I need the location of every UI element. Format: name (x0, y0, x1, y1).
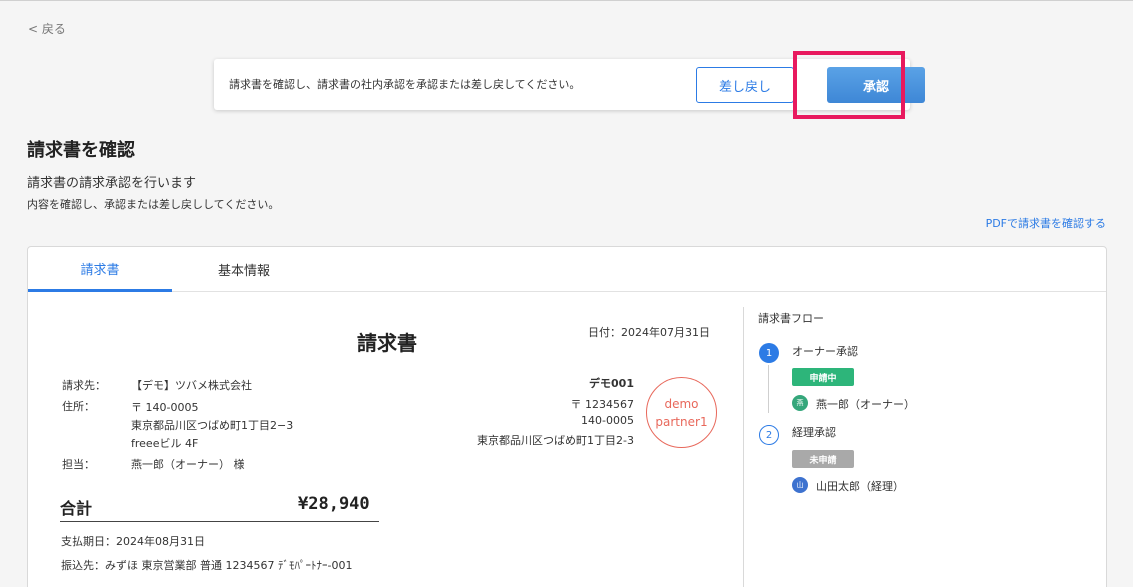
page-subtitle: 請求書の請求承認を行います (27, 176, 197, 191)
status-badge: 申請中 (792, 368, 854, 386)
address-label: 住所： (62, 400, 95, 413)
approver-name: 山田太郎（経理） (816, 480, 904, 493)
panel-divider (743, 307, 744, 587)
step-label: オーナー承認 (792, 345, 858, 358)
invoice-title: 請求書 (357, 331, 417, 355)
tab-bar: 請求書 基本情報 (28, 247, 1106, 292)
approver-name: 燕一郎（オーナー） (816, 398, 915, 411)
address-line: freeeビル 4F (131, 437, 199, 450)
stamp-text: demo (664, 396, 699, 411)
back-link[interactable]: < 戻る (28, 20, 66, 37)
step-number: 1 (759, 343, 779, 363)
address-line: 東京都品川区つばめ町1丁目2−3 (131, 419, 294, 432)
page-description: 内容を確認し、承認または差し戻ししてください。 (27, 198, 280, 211)
approval-message: 請求書を確認し、請求書の社内承認を承認または差し戻してください。 (229, 78, 581, 91)
sender-line: 東京都品川区つばめ町1丁目2-3 (477, 434, 634, 447)
status-badge: 未申請 (792, 450, 854, 468)
invoice-card: 請求書 基本情報 請求書 日付：2024年07月31日 請求先： 【デモ】ツバメ… (27, 246, 1107, 587)
step-label: 経理承認 (792, 426, 836, 439)
sender-name: デモ001 (589, 377, 634, 390)
avatar: 山 (792, 477, 808, 493)
return-button[interactable]: 差し戻し (696, 67, 794, 103)
contact-label: 担当： (62, 458, 95, 471)
due-date: 支払期日：2024年08月31日 (61, 535, 205, 548)
recipient-value: 【デモ】ツバメ株式会社 (131, 379, 252, 392)
approve-button-highlight (793, 51, 905, 119)
invoice-date: 日付：2024年07月31日 (588, 326, 710, 339)
pdf-view-link[interactable]: PDFで請求書を確認する (986, 215, 1106, 231)
top-border (0, 0, 1133, 1)
total-label: 合計 (60, 499, 93, 518)
total-amount: ¥28,940 (298, 494, 370, 514)
tab-invoice[interactable]: 請求書 (28, 247, 172, 292)
sender-line: 140-0005 (581, 414, 634, 427)
recipient-label: 請求先： (62, 379, 106, 392)
total-underline (60, 521, 379, 522)
step-number: 2 (759, 425, 779, 445)
contact-value: 燕一郎（オーナー） 様 (131, 458, 245, 471)
stamp-text: partner1 (655, 414, 708, 429)
step-connector (768, 365, 769, 413)
avatar: 燕 (792, 395, 808, 411)
flow-title: 請求書フロー (758, 312, 824, 325)
page-title: 請求書を確認 (27, 140, 135, 161)
tab-basic-info[interactable]: 基本情報 (172, 247, 316, 292)
address-line: 〒 140-0005 (131, 401, 199, 414)
company-stamp: demo partner1 (646, 377, 717, 448)
bank-info: 振込先：みずほ 東京営業部 普通 1234567 ﾃﾞﾓﾊﾟｰﾄﾅｰ-001 (61, 559, 353, 572)
sender-line: 〒 1234567 (570, 398, 635, 411)
